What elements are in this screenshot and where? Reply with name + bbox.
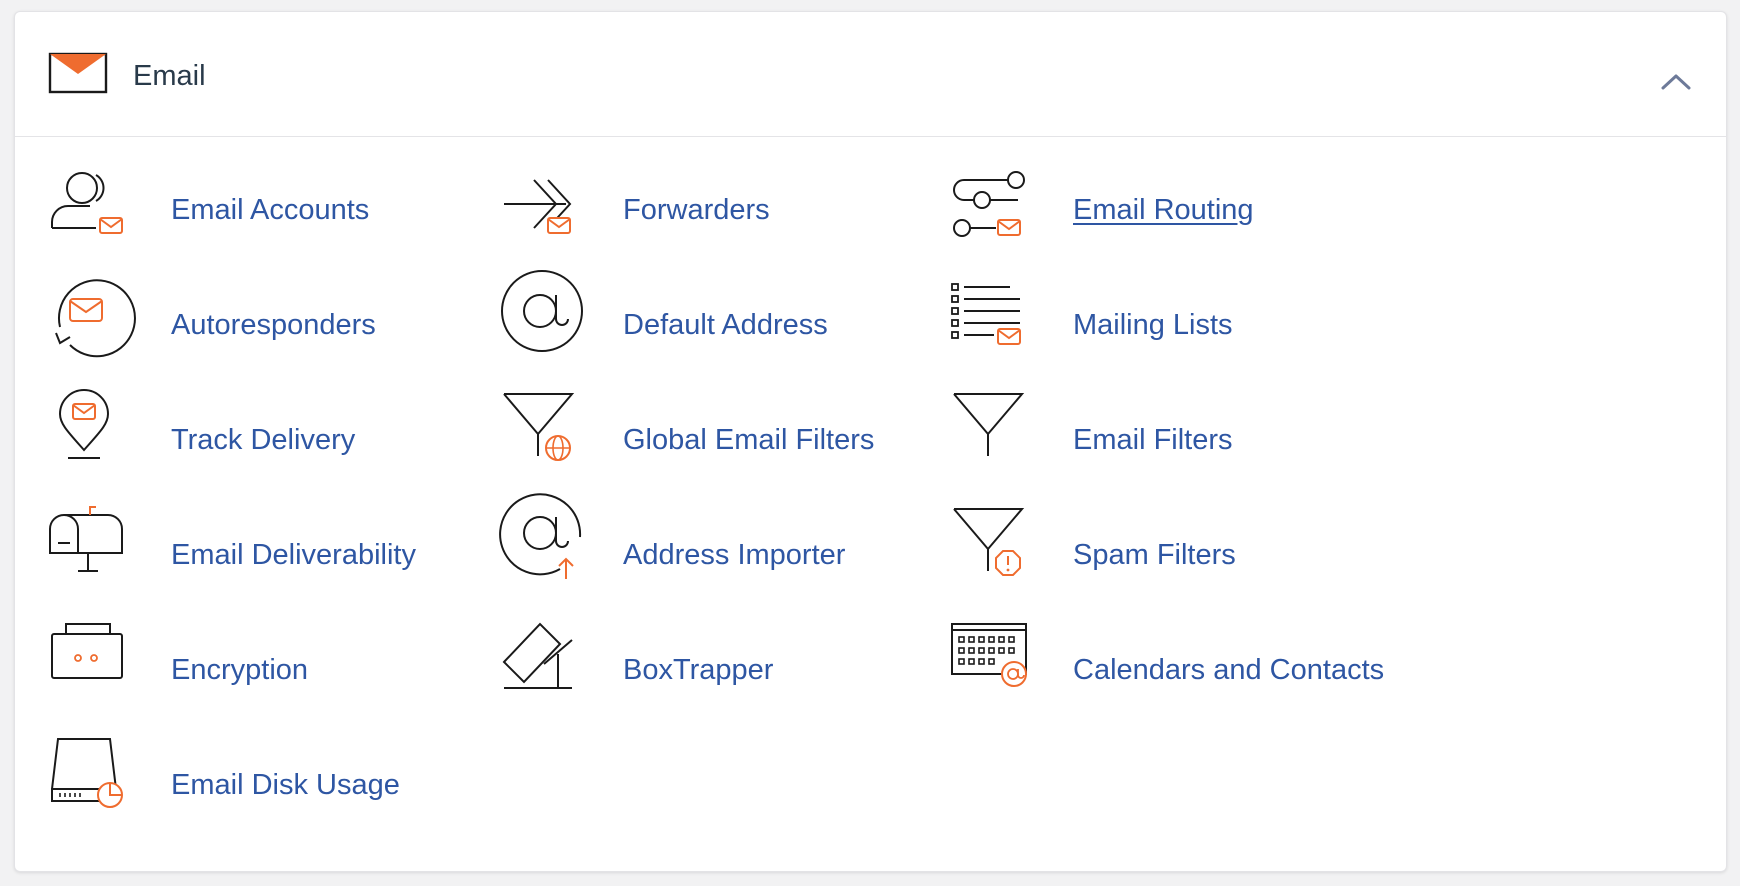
email-filters-link[interactable]: Email Filters: [950, 392, 1390, 488]
encryption-label: Encryption: [171, 654, 309, 686]
forwarders-label: Forwarders: [623, 194, 770, 226]
track-delivery-label: Track Delivery: [171, 424, 356, 456]
boxtrapper-link[interactable]: BoxTrapper: [500, 622, 940, 718]
email-accounts-label: Email Accounts: [171, 194, 370, 226]
mailing-lists-link[interactable]: Mailing Lists: [950, 277, 1390, 373]
location-pin-mail-icon: [58, 389, 110, 459]
email-disk-usage-link[interactable]: Email Disk Usage: [48, 737, 488, 833]
spam-filters-link[interactable]: Spam Filters: [950, 507, 1390, 603]
boxtrapper-label: BoxTrapper: [623, 654, 774, 686]
track-delivery-link[interactable]: Track Delivery: [48, 389, 488, 488]
calendars-contacts-link[interactable]: Calendars and Contacts: [950, 622, 1390, 718]
filter-globe-icon: [503, 393, 575, 461]
global-email-filters-link[interactable]: Global Email Filters: [500, 392, 940, 488]
address-importer-label: Address Importer: [623, 539, 846, 571]
spam-filters-label: Spam Filters: [1073, 539, 1236, 571]
forwarders-link[interactable]: Forwarders: [500, 162, 940, 258]
email-deliverability-label: Email Deliverability: [171, 539, 416, 571]
mailing-lists-label: Mailing Lists: [1073, 309, 1233, 341]
at-sign-icon: [501, 270, 583, 352]
default-address-label: Default Address: [623, 309, 828, 341]
email-routing-label: Email Routing: [1073, 194, 1254, 226]
autoresponders-label: Autoresponders: [171, 309, 376, 341]
email-routing-link[interactable]: Email Routing: [950, 162, 1390, 258]
email-section-panel: Email Email Accounts Forwarders Email Ro…: [14, 11, 1727, 872]
email-disk-usage-label: Email Disk Usage: [171, 769, 400, 801]
forward-arrow-icon: [504, 179, 572, 234]
address-importer-link[interactable]: Address Importer: [499, 493, 940, 603]
autoresponder-icon: [55, 279, 136, 358]
default-address-link[interactable]: Default Address: [500, 270, 940, 373]
box-trap-icon: [502, 622, 573, 689]
encryption-link[interactable]: Encryption: [48, 622, 488, 718]
envelope-icon: [48, 52, 108, 94]
at-sign-upload-icon: [499, 493, 582, 579]
calendar-at-icon: [951, 623, 1027, 687]
mailbox-icon: [49, 506, 123, 572]
disk-usage-icon: [51, 738, 123, 808]
user-mail-icon: [51, 172, 123, 234]
chevron-up-icon[interactable]: [1660, 70, 1692, 92]
filter-warning-icon: [953, 508, 1025, 576]
email-filters-label: Email Filters: [1073, 424, 1233, 456]
email-accounts-link[interactable]: Email Accounts: [48, 162, 488, 258]
list-mail-icon: [951, 283, 1021, 345]
global-email-filters-label: Global Email Filters: [623, 424, 875, 456]
filter-icon: [953, 393, 1025, 456]
calendars-contacts-label: Calendars and Contacts: [1073, 654, 1385, 686]
email-deliverability-link[interactable]: Email Deliverability: [48, 506, 488, 603]
email-section-header[interactable]: Email: [15, 12, 1726, 137]
routing-icon: [953, 171, 1025, 237]
lock-briefcase-icon: [51, 623, 123, 679]
section-title: Email: [133, 60, 206, 92]
autoresponders-link[interactable]: Autoresponders: [48, 277, 488, 373]
